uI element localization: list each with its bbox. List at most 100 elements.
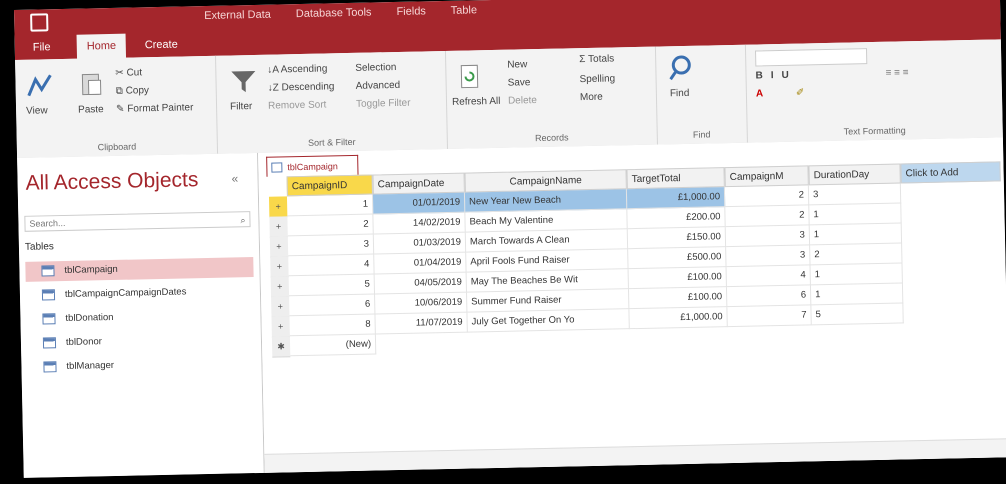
table-cell[interactable]: 01/01/2019 [372,192,466,215]
row-selector[interactable]: + [269,216,288,238]
cut-button[interactable]: ✂ Cut [115,67,142,79]
table-cell[interactable]: 01/04/2019 [374,252,467,275]
ascending-button[interactable]: ↓A Ascending [267,63,327,75]
find-button[interactable]: Find [670,88,690,99]
nav-item-tblCampaign[interactable]: tblCampaign [25,257,254,282]
magnifier-icon[interactable] [669,54,698,83]
tab-table[interactable]: Table [451,4,478,17]
text-formatting-group: BIU A ✐ ≡ ≡ ≡ Text Formatting [745,39,1003,142]
new-record-cell[interactable]: (New) [289,334,377,357]
filter-button[interactable]: Filter [230,101,252,112]
table-cell[interactable]: 3 [808,183,902,206]
save-record-button[interactable]: Save [508,77,531,88]
table-cell[interactable]: 4 [726,265,811,288]
table-cell[interactable]: 2 [287,214,374,237]
nav-item-tblDonation[interactable]: tblDonation [26,305,254,330]
toggle-filter-button[interactable]: Toggle Filter [356,98,411,110]
table-cell[interactable]: 4 [288,254,375,277]
font-select[interactable] [755,48,868,67]
nav-item-tblManager[interactable]: tblManager [27,353,255,378]
advanced-button[interactable]: Advanced [356,80,401,92]
table-cell[interactable]: 3 [287,234,375,257]
refresh-icon[interactable] [455,62,484,91]
new-record-button[interactable]: New [507,59,527,70]
table-cell[interactable]: 1 [810,283,904,306]
table-cell[interactable]: 5 [288,274,376,297]
refresh-button[interactable]: Refresh All [452,96,501,108]
descending-button[interactable]: ↓Z Descending [268,81,335,93]
table-cell[interactable]: 3 [726,245,811,268]
table-cell[interactable]: 11/07/2019 [375,312,468,335]
table-cell[interactable]: 1 [809,223,903,246]
tab-create[interactable]: Create [135,36,188,53]
column-header-CampaignDate[interactable]: CampaignDate [372,172,465,195]
table-cell[interactable]: 01/03/2019 [373,232,467,255]
font-color-icon[interactable]: A [756,88,763,99]
align-icons[interactable]: ≡ ≡ ≡ [885,67,908,78]
column-header-CampaignM[interactable]: CampaignM [724,165,809,188]
table-cell[interactable]: 8 [289,314,376,337]
table-cell[interactable]: £500.00 [628,247,727,270]
more-button[interactable]: More [580,92,603,103]
column-header-CampaignID[interactable]: CampaignID [286,174,373,197]
row-selector[interactable]: + [271,316,290,338]
new-record-selector[interactable]: ✱ [271,336,291,358]
tab-file[interactable]: File [23,39,61,56]
table-cell[interactable]: 6 [289,294,376,317]
tab-fields[interactable]: Fields [396,5,426,18]
highlight-icon[interactable]: ✐ [796,87,805,98]
table-cell[interactable]: £100.00 [628,287,728,310]
row-selector[interactable]: + [268,196,288,218]
remove-sort-button[interactable]: Remove Sort [268,99,327,111]
table-cell[interactable]: 2 [724,185,810,208]
table-cell[interactable]: 7 [727,305,812,328]
row-selector[interactable]: + [270,276,290,298]
table-cell[interactable]: July Get Together On Yo [467,309,630,333]
table-cell[interactable]: £1,000.00 [626,187,726,210]
nav-section-tables[interactable]: Tables [25,241,54,253]
paste-icon[interactable] [77,70,106,99]
column-header-TargetTotal[interactable]: TargetTotal [626,167,725,190]
tab-external-data[interactable]: External Data [204,9,271,22]
shutter-bar-icon[interactable]: « [231,171,238,185]
table-cell[interactable]: 5 [811,303,904,326]
format-painter-button[interactable]: ✎ Format Painter [116,102,194,115]
document-tab-tblCampaign[interactable]: tblCampaign [266,154,359,177]
table-cell[interactable]: 10/06/2019 [375,292,468,315]
table-cell[interactable]: 1 [286,194,374,217]
tab-database-tools[interactable]: Database Tools [296,7,372,21]
table-cell[interactable]: £100.00 [628,267,727,290]
row-selector[interactable]: + [270,256,289,278]
table-cell[interactable]: 2 [810,243,903,266]
row-selector[interactable]: + [271,296,290,318]
table-cell[interactable]: £150.00 [627,227,727,250]
table-cell[interactable]: 3 [725,225,811,248]
nav-item-tblDonor[interactable]: tblDonor [27,329,255,354]
table-cell[interactable]: 2 [725,205,810,228]
spelling-button[interactable]: Spelling [579,73,615,85]
copy-button[interactable]: ⧉ Copy [116,85,150,97]
view-icon[interactable] [25,71,54,100]
nav-title[interactable]: All Access Objects [25,168,198,196]
table-icon [271,162,283,173]
column-header-DurationDay[interactable]: DurationDay [808,163,901,186]
save-icon[interactable] [30,13,49,32]
bold-italic-underline-buttons[interactable]: BIU [755,70,796,82]
table-cell[interactable]: £1,000.00 [629,307,728,330]
click-to-add-header[interactable]: Click to Add [900,161,1001,184]
view-button[interactable]: View [26,105,48,116]
totals-button[interactable]: Σ Totals [579,53,614,65]
nav-search-input[interactable]: Search... ⌕ [24,211,251,232]
paste-button[interactable]: Paste [78,104,104,116]
selection-button[interactable]: Selection [355,62,396,74]
nav-item-tblCampaignCampaignDates[interactable]: tblCampaignCampaignDates [26,281,254,306]
row-selector[interactable]: + [269,236,289,258]
table-cell[interactable]: 1 [809,203,902,226]
table-cell[interactable]: 6 [726,285,812,308]
filter-icon[interactable] [229,67,258,96]
table-cell[interactable]: 14/02/2019 [373,212,466,235]
delete-record-button[interactable]: Delete [508,95,537,107]
table-cell[interactable]: 1 [810,263,903,286]
table-cell[interactable]: 04/05/2019 [374,272,468,295]
table-cell[interactable]: £200.00 [627,207,726,230]
